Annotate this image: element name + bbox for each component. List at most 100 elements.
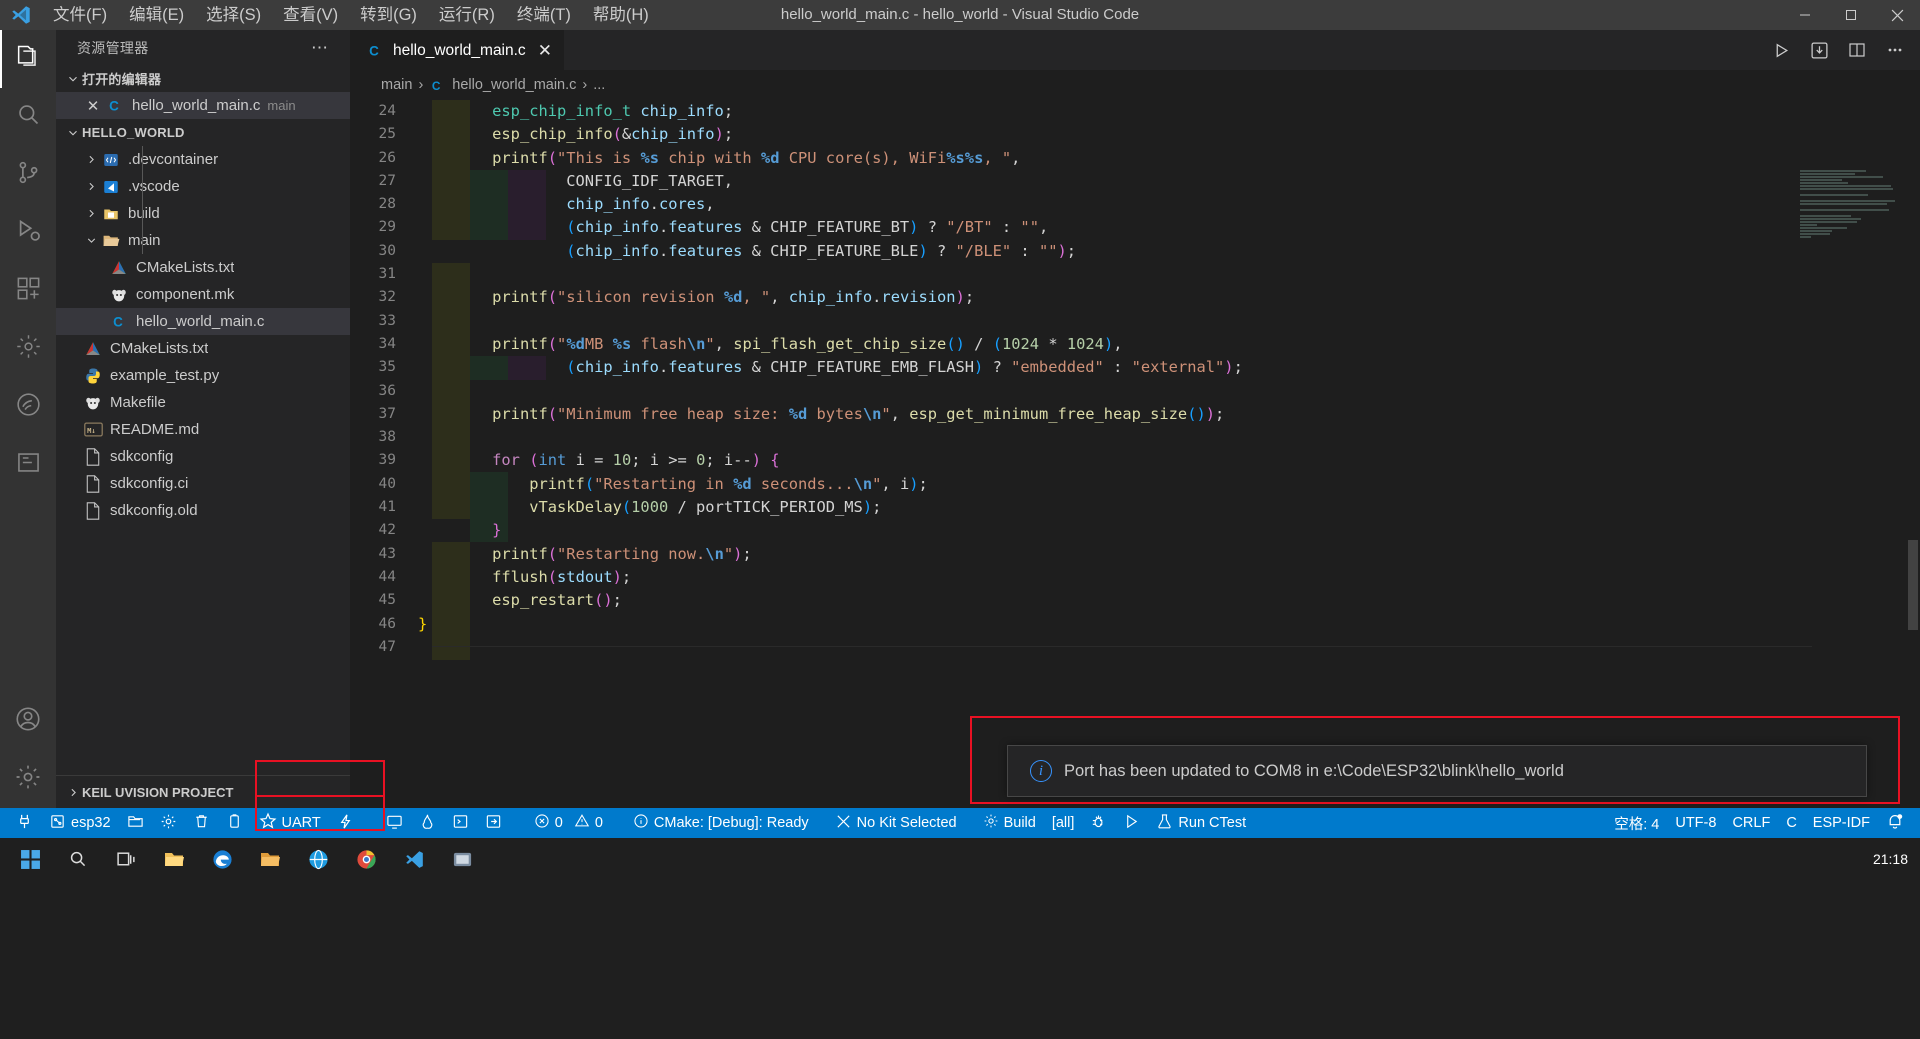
code-text[interactable]: } [418, 613, 427, 636]
code-line[interactable]: 25 esp_chip_info(&chip_info); [350, 123, 1920, 146]
taskbar-clock[interactable]: 21:18 [1873, 838, 1908, 880]
status-build-target[interactable]: [all] [1044, 808, 1083, 838]
section-workspace[interactable]: HELLO_WORLD [56, 119, 350, 146]
tree-item-build[interactable]: build [56, 200, 350, 227]
code-text[interactable]: printf("This is %s chip with %d CPU core… [418, 147, 1020, 170]
code-text[interactable]: (chip_info.features & CHIP_FEATURE_BLE) … [418, 240, 1076, 263]
code-text[interactable]: printf("Restarting in %d seconds...\n", … [418, 473, 928, 496]
code-text[interactable]: printf("silicon revision %d, ", chip_inf… [418, 286, 974, 309]
code-text[interactable]: } [418, 519, 501, 542]
activity-accounts[interactable] [0, 692, 56, 750]
code-line[interactable]: 39 for (int i = 10; i >= 0; i--) { [350, 449, 1920, 472]
status-ctest[interactable]: Run CTest [1148, 808, 1254, 838]
chrome-icon[interactable] [344, 839, 388, 879]
code-text[interactable]: for (int i = 10; i >= 0; i--) { [418, 449, 779, 472]
code-line[interactable]: 31 [350, 263, 1920, 286]
status-eol[interactable]: CRLF [1724, 808, 1778, 838]
status-language-mode[interactable]: C [1778, 808, 1804, 838]
activity-search[interactable] [0, 88, 56, 146]
code-line[interactable]: 34 printf("%dMB %s flash\n", spi_flash_g… [350, 333, 1920, 356]
breadcrumb[interactable]: main › C hello_world_main.c › ... [350, 70, 1920, 100]
status-device[interactable] [218, 808, 251, 838]
maximize-button[interactable] [1828, 0, 1874, 30]
code-text[interactable]: printf("%dMB %s flash\n", spi_flash_get_… [418, 333, 1122, 356]
flash-download-icon[interactable] [1804, 35, 1834, 65]
status-indentation[interactable]: 空格: 4 [1606, 808, 1667, 838]
code-line[interactable]: 28 chip_info.cores, [350, 193, 1920, 216]
code-line[interactable]: 32 printf("silicon revision %d, ", chip_… [350, 286, 1920, 309]
vscode-icon[interactable] [392, 839, 436, 879]
status-build[interactable]: Build [975, 808, 1044, 838]
status-bar[interactable]: esp32 UART 0 0 CMake: [Debug]: Ready No … [0, 808, 1920, 838]
status-monitor[interactable] [378, 808, 411, 838]
code-line[interactable]: 38 [350, 426, 1920, 449]
tree-item-sdkconfig-ci[interactable]: sdkconfig.ci [56, 470, 350, 497]
code-text[interactable]: esp_restart(); [418, 589, 622, 612]
status-workspace-folder[interactable] [119, 808, 152, 838]
code-text[interactable]: CONFIG_IDF_TARGET, [418, 170, 733, 193]
code-line[interactable]: 44 fflush(stdout); [350, 566, 1920, 589]
code-line[interactable]: 33 [350, 310, 1920, 333]
explorer-icon[interactable] [152, 839, 196, 879]
tree-item-main-folder[interactable]: main [56, 227, 350, 254]
status-monitor-uart[interactable]: UART [251, 808, 329, 838]
status-encoding[interactable]: UTF-8 [1667, 808, 1724, 838]
activity-keil[interactable] [0, 436, 56, 494]
tree-item-hello-world-main-c[interactable]: C hello_world_main.c [56, 308, 350, 335]
editor-scrollbar-thumb[interactable] [1908, 540, 1918, 630]
code-line[interactable]: 35 (chip_info.features & CHIP_FEATURE_EM… [350, 356, 1920, 379]
menu-file[interactable]: 文件(F) [42, 0, 118, 30]
window-controls[interactable] [1782, 0, 1920, 30]
code-lines[interactable]: 24 esp_chip_info_t chip_info; 25 esp_chip… [350, 100, 1920, 659]
menu-edit[interactable]: 编辑(E) [118, 0, 195, 30]
status-kit[interactable]: No Kit Selected [827, 808, 965, 838]
minimap[interactable] [1800, 170, 1906, 280]
code-text[interactable]: printf("Restarting now.\n"); [418, 543, 752, 566]
status-debug[interactable] [1082, 808, 1115, 838]
tree-item-main-cmakelists[interactable]: CMakeLists.txt [56, 254, 350, 281]
tree-item-readme-md[interactable]: M↓ README.md [56, 416, 350, 443]
status-open-project[interactable] [477, 808, 510, 838]
activity-source-control[interactable] [0, 146, 56, 204]
tree-item-sdkconfig[interactable]: sdkconfig [56, 443, 350, 470]
code-text[interactable]: esp_chip_info(&chip_info); [418, 123, 733, 146]
menu-view[interactable]: 查看(V) [272, 0, 349, 30]
folder-icon[interactable] [248, 839, 292, 879]
windows-icon[interactable] [8, 839, 52, 879]
close-button[interactable] [1874, 0, 1920, 30]
activity-settings[interactable] [0, 750, 56, 808]
activity-bar-bottom[interactable] [0, 692, 56, 808]
menu-bar[interactable]: 文件(F) 编辑(E) 选择(S) 查看(V) 转到(G) 运行(R) 终端(T… [42, 0, 660, 30]
code-line[interactable]: 30 (chip_info.features & CHIP_FEATURE_BL… [350, 240, 1920, 263]
editor-tab-hello-world-main-c[interactable]: C hello_world_main.c ✕ [350, 30, 564, 70]
code-line[interactable]: 47 [350, 636, 1920, 659]
status-flash[interactable] [329, 808, 362, 838]
status-bar-right[interactable]: 空格: 4 UTF-8 CRLF C ESP-IDF [1606, 808, 1920, 838]
code-line[interactable]: 26 printf("This is %s chip with %d CPU c… [350, 147, 1920, 170]
status-fullclean[interactable] [185, 808, 218, 838]
code-text[interactable]: vTaskDelay(1000 / portTICK_PERIOD_MS); [418, 496, 881, 519]
run-button[interactable] [1766, 35, 1796, 65]
tree-item-devcontainer[interactable]: .devcontainer [56, 146, 350, 173]
tree-item-sdkconfig-old[interactable]: sdkconfig.old [56, 497, 350, 524]
activity-explorer[interactable] [0, 30, 56, 88]
code-line[interactable]: 37 printf("Minimum free heap size: %d by… [350, 403, 1920, 426]
status-target-esp32[interactable]: esp32 [41, 808, 119, 838]
code-line[interactable]: 24 esp_chip_info_t chip_info; [350, 100, 1920, 123]
menu-terminal[interactable]: 终端(T) [506, 0, 582, 30]
menu-go[interactable]: 转到(G) [349, 0, 428, 30]
code-editor[interactable]: 24 esp_chip_info_t chip_info; 25 esp_chip… [350, 100, 1920, 808]
menu-selection[interactable]: 选择(S) [195, 0, 272, 30]
status-problems[interactable]: 0 0 [526, 808, 611, 838]
code-line[interactable]: 36 [350, 380, 1920, 403]
minimize-button[interactable] [1782, 0, 1828, 30]
tree-item-vscode[interactable]: .vscode [56, 173, 350, 200]
breadcrumb-item-symbol[interactable]: ... [593, 77, 605, 93]
activity-bar[interactable] [0, 30, 56, 808]
tree-item-makefile[interactable]: Makefile [56, 389, 350, 416]
edge-icon[interactable] [200, 839, 244, 879]
status-flame[interactable] [411, 808, 444, 838]
taskview-icon[interactable] [104, 839, 148, 879]
menu-help[interactable]: 帮助(H) [582, 0, 660, 30]
activity-cmake[interactable] [0, 320, 56, 378]
